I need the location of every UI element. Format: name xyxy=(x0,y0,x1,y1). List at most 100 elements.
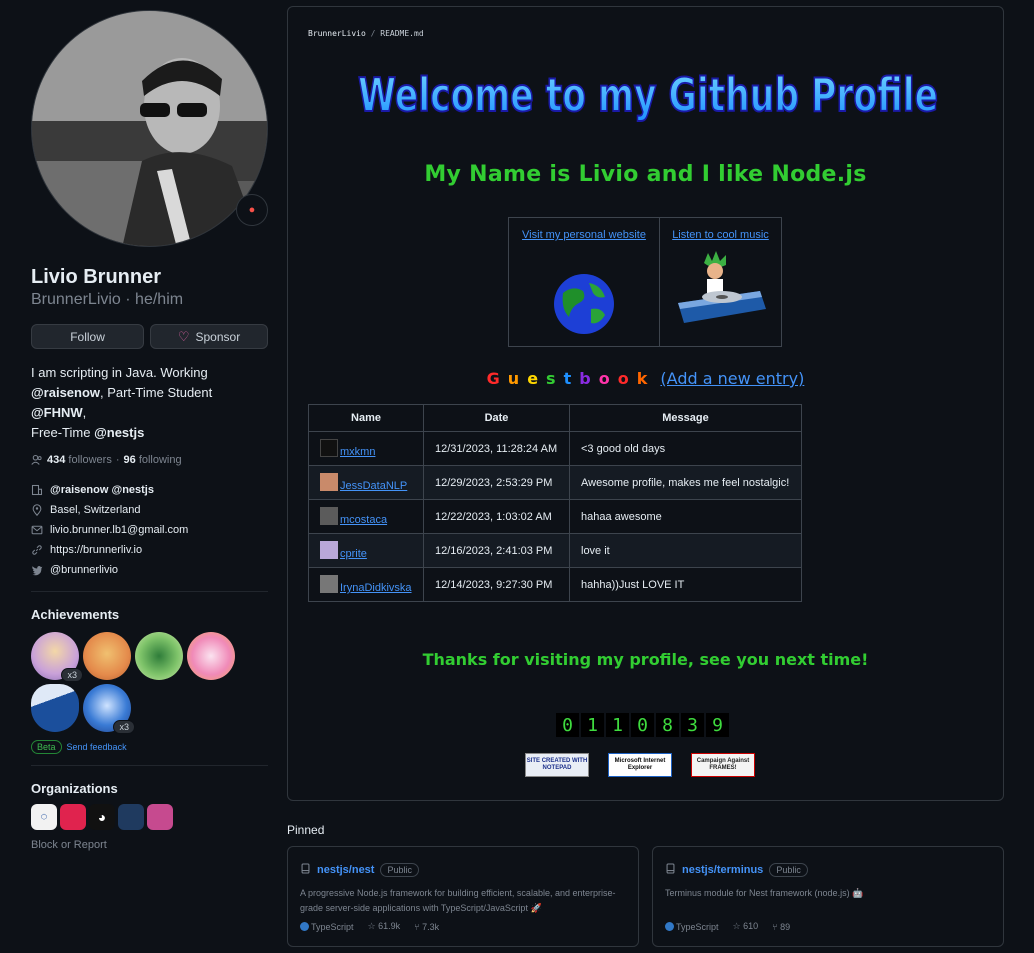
column-message: Message xyxy=(569,404,802,432)
listen-music-link[interactable]: Listen to cool music xyxy=(672,229,769,241)
dj-icon xyxy=(660,251,781,336)
visit-website-link[interactable]: Visit my personal website xyxy=(522,229,646,241)
profile-details: @raisenow @nestjs Basel, Switzerland liv… xyxy=(31,480,268,580)
pair-extraordinaire-achievement-icon[interactable] xyxy=(135,632,183,680)
tagline: My Name is Livio and I like Node.js xyxy=(424,162,867,187)
shark-achievement-icon[interactable]: x3 xyxy=(83,684,135,734)
pinned-repo-card: nestjs/nest Public A progressive Node.js… xyxy=(287,846,639,947)
location-text: Basel, Switzerland xyxy=(50,504,141,516)
bio-line-1: I am scripting in Java. Working xyxy=(31,365,208,380)
roche-org-icon[interactable]: ⬡ xyxy=(31,804,57,830)
organizations-title: Organizations xyxy=(31,781,118,796)
guestbook-letter: G xyxy=(486,369,508,388)
nest-pink-org-icon[interactable] xyxy=(147,804,173,830)
repo-stars-link[interactable]: ☆ 610 xyxy=(733,921,759,932)
guestbook-letter: b xyxy=(579,369,599,388)
bio-text: Free-Time xyxy=(31,425,95,440)
achievements-beta: Beta Send feedback xyxy=(31,740,268,754)
star-icon: ☆ xyxy=(367,921,376,931)
avatar[interactable] xyxy=(31,10,268,247)
follow-button[interactable]: Follow xyxy=(31,324,145,349)
guest-name-cell: cprite xyxy=(308,533,424,568)
following-label: following xyxy=(138,454,182,466)
guest-user-link[interactable]: JessDataNLP xyxy=(340,480,407,492)
guest-name-cell: JessDataNLP xyxy=(308,465,424,500)
welcome-banner: Welcome to my Github Profile xyxy=(357,67,939,123)
twitter-link[interactable]: @brunnerlivio xyxy=(50,564,118,576)
bio-mention-raisenow[interactable]: @raisenow xyxy=(31,385,100,400)
roche-logo-icon: ⬡ xyxy=(40,814,48,821)
divider xyxy=(31,591,268,592)
guest-user-link[interactable]: mcostaca xyxy=(340,514,387,526)
star-icon: ☆ xyxy=(732,921,741,931)
achievement-count: x3 xyxy=(113,720,135,734)
repo-link[interactable]: nestjs/terminus xyxy=(682,864,763,876)
nestjs-org-icon[interactable] xyxy=(60,804,86,830)
counter-digit: 9 xyxy=(706,713,729,737)
bio-line-2: @raisenow, Part-Time Student @FHNW, xyxy=(31,383,268,423)
bird-org-icon[interactable] xyxy=(118,804,144,830)
add-entry-link[interactable]: (Add a new entry) xyxy=(660,369,804,388)
repo-stars-link[interactable]: ☆ 61.9k xyxy=(368,921,401,932)
guest-user-link[interactable]: mxkmn xyxy=(340,446,375,458)
repo-meta: TypeScript ☆ 610 ⑂ 89 xyxy=(665,921,790,932)
retro-badges: SITE CREATED WITH NOTEPAD Microsoft Inte… xyxy=(525,753,755,777)
guest-date: 12/31/2023, 11:28:24 AM xyxy=(423,431,570,466)
column-name: Name xyxy=(308,404,424,432)
profile-actions: Follow ♡ Sponsor xyxy=(31,324,268,349)
followers-count: 434 xyxy=(47,454,66,466)
followers-label: followers xyxy=(68,454,112,466)
organization-text[interactable]: @raisenow @nestjs xyxy=(50,484,154,496)
fork-icon: ⑂ xyxy=(414,921,420,932)
send-feedback-link[interactable]: Send feedback xyxy=(67,742,127,752)
bio-line-3: Free-Time @nestjs xyxy=(31,423,268,443)
website-link[interactable]: https://brunnerliv.io xyxy=(50,544,142,556)
yolo-cowboy-achievement-icon[interactable] xyxy=(83,632,131,680)
arctic-code-vault-achievement-icon[interactable] xyxy=(31,684,79,732)
guest-name-cell: mxkmn xyxy=(308,431,424,466)
guest-user-link[interactable]: cprite xyxy=(340,548,367,560)
email-link[interactable]: livio.brunner.lb1@gmail.com xyxy=(50,524,188,536)
penguin-org-icon[interactable]: ◕ xyxy=(89,804,115,830)
sponsor-button[interactable]: ♡ Sponsor xyxy=(150,324,268,349)
bio-text: , Part-Time Student xyxy=(100,385,213,400)
bio-mention-nestjs[interactable]: @nestjs xyxy=(94,425,144,440)
sponsor-label: Sponsor xyxy=(195,329,241,344)
user-avatar xyxy=(320,473,338,491)
counter-digit: 8 xyxy=(656,713,679,737)
language-label: TypeScript xyxy=(311,921,354,932)
guestbook-letter: o xyxy=(617,369,637,388)
guestbook-letter: e xyxy=(527,369,547,388)
table-row: mxkmn 12/31/2023, 11:28:24 AM <3 good ol… xyxy=(308,431,802,466)
detail-website: https://brunnerliv.io xyxy=(31,540,268,560)
repo-forks-link[interactable]: ⑂ 7.3k xyxy=(414,922,439,932)
repo-forks-link[interactable]: ⑂ 89 xyxy=(772,922,790,932)
pull-shark-achievement-icon[interactable]: x3 xyxy=(31,632,83,682)
bio-mention-fhnw[interactable]: @FHNW xyxy=(31,405,83,420)
block-or-report-link[interactable]: Block or Report xyxy=(31,839,268,851)
yolo-achievement-icon[interactable] xyxy=(187,632,235,680)
repo-icon xyxy=(300,863,311,877)
breadcrumb-user[interactable]: BrunnerLivio xyxy=(308,29,366,38)
penguin-icon: ◕ xyxy=(97,809,107,825)
visibility-badge: Public xyxy=(769,863,808,877)
guestbook-word: Guestbook xyxy=(487,369,656,388)
link-icon xyxy=(31,544,43,556)
counter-digit: 0 xyxy=(631,713,654,737)
achievements-title[interactable]: Achievements xyxy=(31,607,268,622)
links-table: Visit my personal website Listen to cool… xyxy=(508,217,782,347)
repo-description: Terminus module for Nest framework (node… xyxy=(665,888,864,898)
music-cell: Listen to cool music xyxy=(659,217,782,347)
guest-user-link[interactable]: IrynaDidkivska xyxy=(340,582,412,594)
pinned-repo-card: nestjs/terminus Public Terminus module f… xyxy=(652,846,1004,947)
following-link[interactable]: 96 following xyxy=(124,454,182,466)
followers-link[interactable]: 434 followers xyxy=(47,454,112,466)
guestbook-letter: t xyxy=(563,369,580,388)
status-icon: ● xyxy=(248,204,256,216)
visitor-counter: 0 1 1 0 8 3 9 xyxy=(556,713,729,737)
repo-link[interactable]: nestjs/nest xyxy=(317,864,374,876)
language-color-dot xyxy=(665,921,674,931)
status-emoji-button[interactable]: ● xyxy=(236,194,268,226)
guest-message: <3 good old days xyxy=(569,431,802,466)
language-label: TypeScript xyxy=(676,921,719,932)
